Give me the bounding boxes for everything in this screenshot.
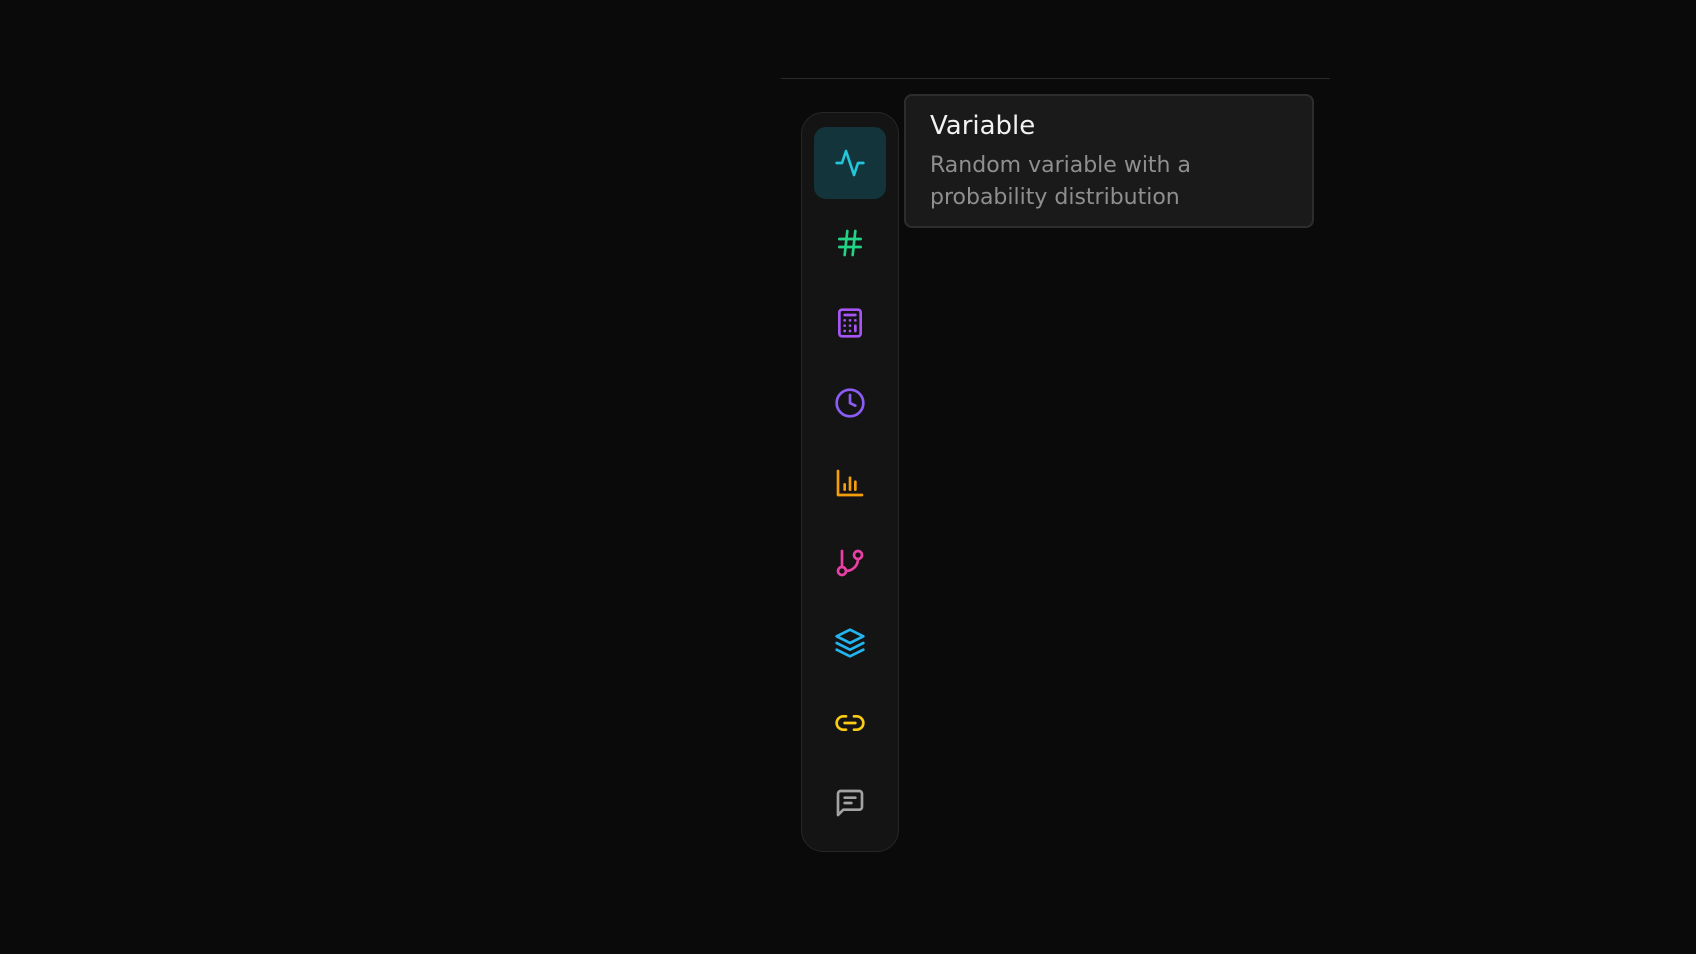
link-icon: [835, 715, 865, 731]
tool-calculation-button[interactable]: [814, 287, 886, 359]
clock-icon: [835, 388, 865, 418]
tool-variable-button[interactable]: [814, 127, 886, 199]
git-branch-icon: [836, 549, 864, 577]
layers-icon: [835, 628, 865, 658]
hash-icon: [838, 229, 862, 257]
tooltip-description: Random variable with a probability distr…: [930, 153, 1191, 210]
node-toolbar: [801, 112, 899, 852]
tool-time-button[interactable]: [814, 367, 886, 439]
tool-branch-button[interactable]: [814, 527, 886, 599]
divider-line: [781, 78, 1330, 79]
tooltip-title: Variable: [930, 111, 1036, 141]
tool-link-button[interactable]: [814, 687, 886, 759]
bar-chart-icon: [836, 469, 864, 497]
tool-chart-button[interactable]: [814, 447, 886, 519]
calculator-icon: [838, 308, 862, 338]
tool-layers-button[interactable]: [814, 607, 886, 679]
canvas: Variable Random variable with a probabil…: [0, 0, 1696, 954]
activity-icon: [835, 149, 865, 177]
tool-comment-button[interactable]: [814, 767, 886, 839]
tooltip: Variable Random variable with a probabil…: [904, 94, 1314, 228]
tool-constant-button[interactable]: [814, 207, 886, 279]
message-icon: [836, 789, 864, 817]
